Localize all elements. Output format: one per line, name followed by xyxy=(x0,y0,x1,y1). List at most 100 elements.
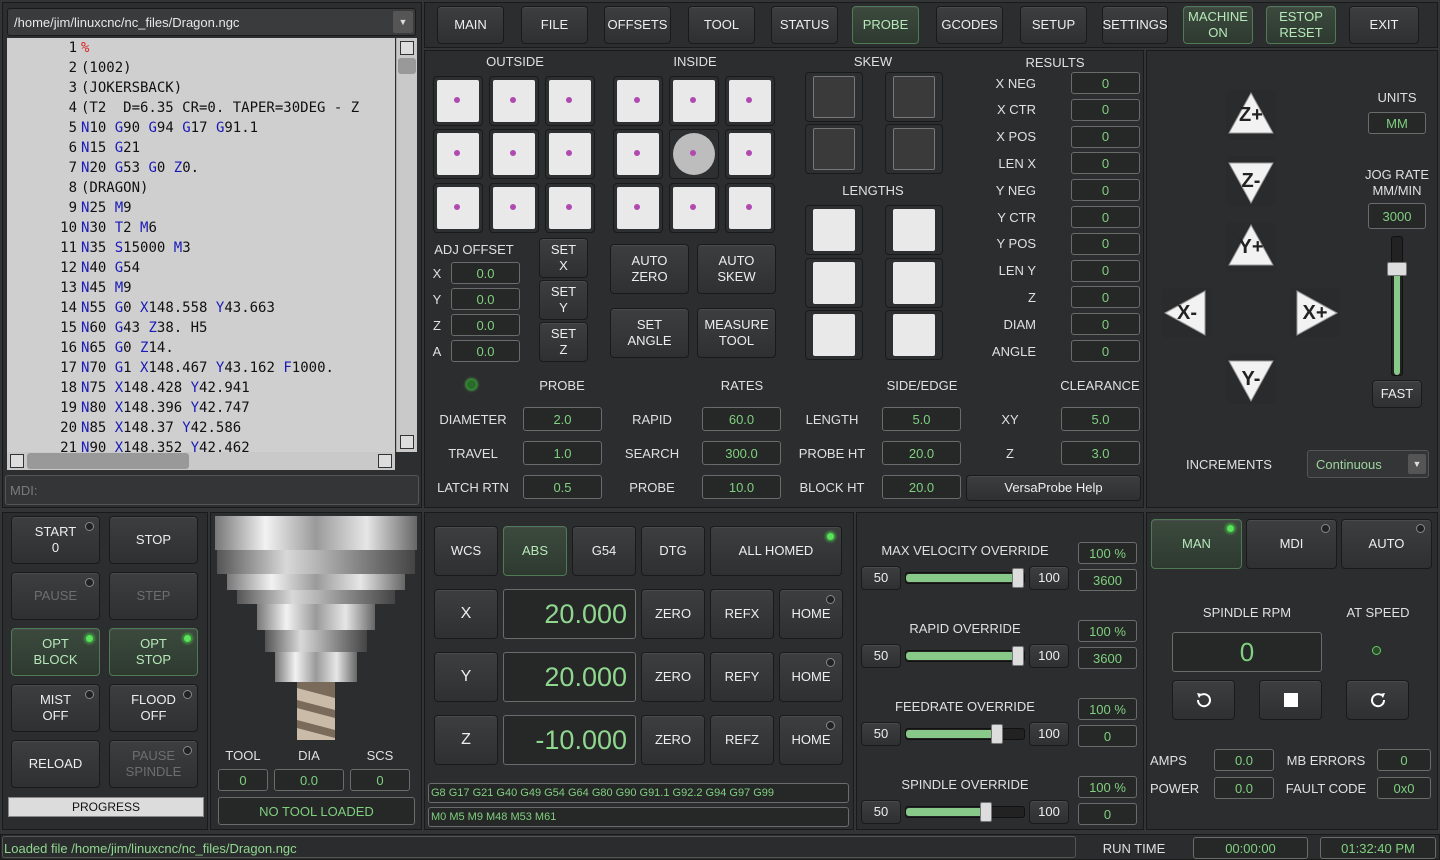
param-field[interactable]: 20.0 xyxy=(882,441,961,465)
override-max-button[interactable]: 100 xyxy=(1029,566,1069,590)
tab-settings[interactable]: SETTINGS xyxy=(1102,6,1168,44)
versaprobe-help-button[interactable]: VersaProbe Help xyxy=(966,475,1141,501)
ref-z-button[interactable]: REFZ xyxy=(710,715,774,765)
g54-button[interactable]: G54 xyxy=(572,526,636,576)
tab-setup[interactable]: SETUP xyxy=(1020,6,1087,44)
override-slider[interactable] xyxy=(905,568,1025,588)
set-z-button[interactable]: SET Z xyxy=(539,322,588,362)
increments-select[interactable]: Continuous ▼ xyxy=(1307,450,1429,478)
probe-inside-xneg-ypos-button[interactable] xyxy=(725,76,775,126)
set-y-button[interactable]: SET Y xyxy=(539,280,588,320)
param-field[interactable]: 3.0 xyxy=(1061,441,1140,465)
gcode-hscrollbar[interactable] xyxy=(7,452,395,470)
probe-inside-xpos-yneg-button[interactable] xyxy=(613,183,663,233)
jog-rate-slider[interactable] xyxy=(1387,236,1407,376)
jog-zplus-button[interactable]: Z+ xyxy=(1226,90,1276,140)
machine-on-button[interactable]: MACHINE ON xyxy=(1183,6,1253,44)
dtg-button[interactable]: DTG xyxy=(641,526,705,576)
estop-reset-button[interactable]: ESTOP RESET xyxy=(1266,6,1336,44)
scroll-left-arrow[interactable] xyxy=(10,454,24,468)
ref-y-button[interactable]: REFY xyxy=(710,652,774,702)
stop-button[interactable]: STOP xyxy=(109,516,198,564)
ref-x-button[interactable]: REFX xyxy=(710,589,774,639)
jog-xminus-button[interactable]: X- xyxy=(1162,288,1212,338)
tab-gcodes[interactable]: GCODES xyxy=(936,6,1003,44)
spindle-cw-button[interactable] xyxy=(1346,680,1409,720)
override-max-button[interactable]: 100 xyxy=(1029,722,1069,746)
adj-offset-x-field[interactable]: 0.0 xyxy=(451,262,520,284)
probe-outside-xpos-button[interactable] xyxy=(433,129,483,179)
probe-outside-yneg-button[interactable] xyxy=(489,183,539,233)
tab-file[interactable]: FILE xyxy=(521,6,588,44)
spindle-ccw-button[interactable] xyxy=(1172,680,1235,720)
override-slider[interactable] xyxy=(905,646,1025,666)
param-field[interactable]: 2.0 xyxy=(523,407,602,431)
file-selector[interactable]: /home/jim/linuxcnc/nc_files/Dragon.ngc ▼ xyxy=(7,8,416,36)
adj-offset-a-field[interactable]: 0.0 xyxy=(451,340,520,362)
fast-button[interactable]: FAST xyxy=(1372,380,1422,408)
param-field[interactable]: 5.0 xyxy=(882,407,961,431)
scroll-down-arrow[interactable] xyxy=(400,435,414,449)
probe-outside-xneg-button[interactable] xyxy=(545,129,595,179)
override-min-button[interactable]: 50 xyxy=(861,644,901,668)
reload-button[interactable]: RELOAD xyxy=(11,740,100,788)
param-field[interactable]: 0.5 xyxy=(523,475,602,499)
probe-outside-xpos-yneg-button[interactable] xyxy=(433,183,483,233)
param-field[interactable]: 60.0 xyxy=(702,407,781,431)
measure-tool-button[interactable]: MEASURE TOOL xyxy=(697,308,776,358)
gcode-vscrollbar[interactable] xyxy=(396,38,417,452)
tab-probe[interactable]: PROBE xyxy=(852,6,919,44)
param-field[interactable]: 300.0 xyxy=(702,441,781,465)
gcode-editor[interactable]: 1% 2 (1002) 3 (JOKERSBACK) 4 (T2 D=6.35 CR=0. … xyxy=(7,38,395,452)
abs-button[interactable]: ABS xyxy=(503,526,567,576)
override-min-button[interactable]: 50 xyxy=(861,800,901,824)
override-slider-knob[interactable] xyxy=(980,802,993,822)
probe-outside-xpos-ypos-button[interactable] xyxy=(433,76,483,126)
tab-offsets[interactable]: OFFSETS xyxy=(604,6,671,44)
adj-offset-y-field[interactable]: 0.0 xyxy=(451,288,520,310)
scroll-right-arrow[interactable] xyxy=(378,454,392,468)
probe-outside-xneg-ypos-button[interactable] xyxy=(545,76,595,126)
auto-skew-button[interactable]: AUTO SKEW xyxy=(697,244,776,294)
axis-x-label[interactable]: X xyxy=(434,589,498,639)
override-slider-knob[interactable] xyxy=(1012,568,1024,588)
probe-outside-xneg-yneg-button[interactable] xyxy=(545,183,595,233)
override-max-button[interactable]: 100 xyxy=(1029,800,1069,824)
length-y-outside-button[interactable] xyxy=(805,258,863,308)
param-field[interactable]: 1.0 xyxy=(523,441,602,465)
step-button[interactable]: STEP xyxy=(109,572,198,620)
probe-inside-xneg-button[interactable] xyxy=(725,129,775,179)
length-x-outside-button[interactable] xyxy=(805,205,863,255)
probe-tool-setter-button[interactable] xyxy=(805,310,863,360)
param-field[interactable]: 10.0 xyxy=(702,475,781,499)
adj-offset-z-field[interactable]: 0.0 xyxy=(451,314,520,336)
exit-button[interactable]: EXIT xyxy=(1349,6,1419,44)
set-angle-button[interactable]: SET ANGLE xyxy=(610,308,689,358)
override-slider-knob[interactable] xyxy=(1012,646,1024,666)
probe-inside-center-button[interactable] xyxy=(669,129,719,179)
zero-z-button[interactable]: ZERO xyxy=(641,715,705,765)
jog-xplus-button[interactable]: X+ xyxy=(1290,288,1340,338)
param-field[interactable]: 5.0 xyxy=(1061,407,1140,431)
mdi-input[interactable]: MDI: xyxy=(5,475,419,505)
override-slider-knob[interactable] xyxy=(990,724,1003,744)
jog-rate-value[interactable]: 3000 xyxy=(1368,203,1426,229)
probe-block-button[interactable] xyxy=(885,310,943,360)
probe-inside-yneg-button[interactable] xyxy=(669,183,719,233)
jog-zminus-button[interactable]: Z- xyxy=(1226,156,1276,206)
zero-y-button[interactable]: ZERO xyxy=(641,652,705,702)
jog-yplus-button[interactable]: Y+ xyxy=(1226,222,1276,272)
tab-tool[interactable]: TOOL xyxy=(688,6,755,44)
skew-xneg-button[interactable] xyxy=(885,124,943,174)
length-y-inside-button[interactable] xyxy=(885,258,943,308)
scroll-thumb[interactable] xyxy=(398,58,416,74)
skew-yneg-button[interactable] xyxy=(885,72,943,122)
probe-outside-ypos-button[interactable] xyxy=(489,76,539,126)
axis-z-label[interactable]: Z xyxy=(434,715,498,765)
set-x-button[interactable]: SET X xyxy=(539,238,588,278)
auto-zero-button[interactable]: AUTO ZERO xyxy=(610,244,689,294)
probe-outside-center-button[interactable] xyxy=(489,129,539,179)
hscroll-thumb[interactable] xyxy=(27,453,189,469)
tab-main[interactable]: MAIN xyxy=(437,6,504,44)
override-min-button[interactable]: 50 xyxy=(861,566,901,590)
